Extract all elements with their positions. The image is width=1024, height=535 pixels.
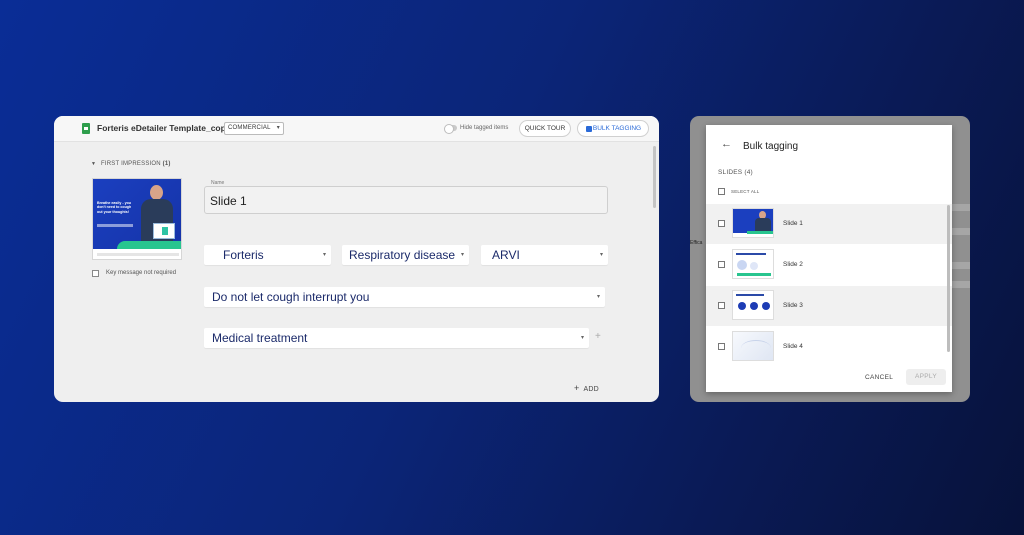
thumbnail-circle bbox=[750, 262, 758, 270]
brand-dropdown[interactable]: Forteris ▾ bbox=[204, 245, 331, 265]
add-row-plus-icon[interactable]: + bbox=[595, 331, 601, 342]
indication-dropdown[interactable]: ARVI ▾ bbox=[481, 245, 608, 265]
thumbnail-dot bbox=[750, 302, 758, 310]
name-field-label: Name bbox=[210, 180, 226, 186]
slide-checkbox[interactable] bbox=[718, 220, 725, 227]
slide-thumbnail bbox=[732, 208, 774, 238]
green-bar bbox=[737, 273, 771, 276]
type-select-value: COMMERCIAL bbox=[228, 125, 271, 131]
select-all-checkbox[interactable] bbox=[718, 188, 725, 195]
thumbnail-circle bbox=[737, 260, 747, 270]
area-dropdown-value: Respiratory disease bbox=[349, 248, 456, 262]
thumbnail-title-bar bbox=[736, 253, 766, 255]
back-arrow-icon[interactable]: ← bbox=[721, 138, 732, 150]
bulk-tagging-button[interactable]: BULK TAGGING bbox=[577, 120, 649, 137]
slide-label: Slide 3 bbox=[783, 302, 803, 309]
hide-tagged-toggle[interactable] bbox=[444, 124, 457, 134]
slide-checkbox[interactable] bbox=[718, 343, 725, 350]
type-select[interactable]: COMMERCIAL ▾ bbox=[224, 122, 284, 135]
name-field[interactable]: Name Slide 1 bbox=[204, 180, 608, 214]
brand-dropdown-value: Forteris bbox=[223, 248, 264, 262]
cancel-button[interactable]: CANCEL bbox=[865, 374, 893, 381]
thumbnail-footer bbox=[97, 253, 179, 256]
slide-row[interactable]: Slide 3 bbox=[706, 286, 952, 326]
thumbnail-wave bbox=[741, 340, 771, 356]
slide-checkbox[interactable] bbox=[718, 302, 725, 309]
caret-down-icon: ▾ bbox=[322, 252, 326, 258]
caret-down-icon: ▾ bbox=[596, 294, 600, 300]
slides-count-label: SLIDES (4) bbox=[718, 169, 753, 176]
slide-thumbnail bbox=[732, 290, 774, 320]
thumbnail-subline bbox=[97, 224, 133, 227]
category-dropdown[interactable]: Medical treatment ▾ bbox=[204, 328, 589, 348]
editor-header: Forteris eDetailer Template_copy COMMERC… bbox=[54, 116, 659, 142]
person-head bbox=[150, 185, 163, 200]
bulk-tagging-overlay: Effica ← Bulk tagging SLIDES (4) SELECT … bbox=[690, 116, 970, 402]
category-dropdown-value: Medical treatment bbox=[212, 331, 308, 345]
key-message-label: Key message not required bbox=[106, 270, 177, 276]
background-row bbox=[952, 262, 970, 269]
thumbnail-headline: Breathe easily - you don't need to cough… bbox=[97, 201, 132, 214]
slide-row[interactable]: Slide 1 bbox=[706, 204, 952, 244]
name-field-value: Slide 1 bbox=[210, 194, 247, 208]
add-button-label: ADD bbox=[583, 386, 599, 393]
slide-row[interactable]: Slide 4 bbox=[706, 327, 952, 367]
hide-tagged-label: Hide tagged items bbox=[460, 125, 509, 131]
apply-button[interactable]: APPLY bbox=[906, 369, 946, 385]
caret-down-icon: ▾ bbox=[460, 252, 464, 258]
caret-down-icon: ▾ bbox=[276, 125, 280, 131]
document-title: Forteris eDetailer Template_copy bbox=[97, 123, 231, 133]
green-wave bbox=[747, 231, 773, 234]
bulk-tagging-dialog: ← Bulk tagging SLIDES (4) SELECT ALL Sli… bbox=[706, 125, 952, 392]
key-message-checkbox[interactable] bbox=[92, 270, 99, 277]
slide-label: Slide 2 bbox=[783, 261, 803, 268]
dialog-scrollbar[interactable] bbox=[947, 205, 950, 352]
message-dropdown[interactable]: Do not let cough interrupt you ▾ bbox=[204, 287, 605, 307]
green-wave bbox=[117, 241, 181, 249]
background-row bbox=[952, 228, 970, 235]
indication-dropdown-value: ARVI bbox=[492, 248, 520, 262]
add-button[interactable]: + ADD bbox=[574, 383, 599, 393]
slide-thumbnail[interactable]: Breathe easily - you don't need to cough… bbox=[92, 178, 182, 260]
slide-row[interactable]: Slide 2 bbox=[706, 245, 952, 285]
tag-icon bbox=[586, 126, 592, 132]
select-all-label: SELECT ALL bbox=[731, 189, 760, 194]
tablet-image bbox=[153, 223, 175, 239]
section-header[interactable]: ▼ FIRST IMPRESSION (1) bbox=[91, 161, 171, 167]
caret-down-icon: ▾ bbox=[580, 335, 584, 341]
dialog-title: Bulk tagging bbox=[743, 141, 799, 152]
caret-down-icon: ▾ bbox=[599, 252, 603, 258]
background-row bbox=[952, 204, 970, 211]
document-icon bbox=[82, 123, 90, 134]
slide-checkbox[interactable] bbox=[718, 261, 725, 268]
background-row bbox=[952, 281, 970, 288]
collapse-triangle-icon: ▼ bbox=[91, 161, 97, 167]
slide-thumbnail bbox=[732, 331, 774, 361]
slide-label: Slide 1 bbox=[783, 220, 803, 227]
thumbnail-title-bar bbox=[736, 294, 764, 296]
editor-window: Forteris eDetailer Template_copy COMMERC… bbox=[54, 116, 659, 402]
bulk-tagging-label: BULK TAGGING bbox=[592, 125, 642, 132]
section-count: (1) bbox=[162, 161, 171, 167]
slide-label: Slide 4 bbox=[783, 343, 803, 350]
section-title: FIRST IMPRESSION bbox=[101, 161, 161, 167]
plus-icon: + bbox=[574, 383, 580, 393]
message-dropdown-value: Do not let cough interrupt you bbox=[212, 290, 370, 304]
slide-thumbnail bbox=[732, 249, 774, 279]
area-dropdown[interactable]: Respiratory disease ▾ bbox=[342, 245, 469, 265]
thumbnail-dot bbox=[762, 302, 770, 310]
quick-tour-button[interactable]: QUICK TOUR bbox=[519, 120, 571, 137]
background-text: Effica bbox=[690, 240, 703, 246]
editor-scrollbar[interactable] bbox=[653, 146, 656, 208]
doctor-image bbox=[137, 185, 177, 249]
thumbnail-dot bbox=[738, 302, 746, 310]
